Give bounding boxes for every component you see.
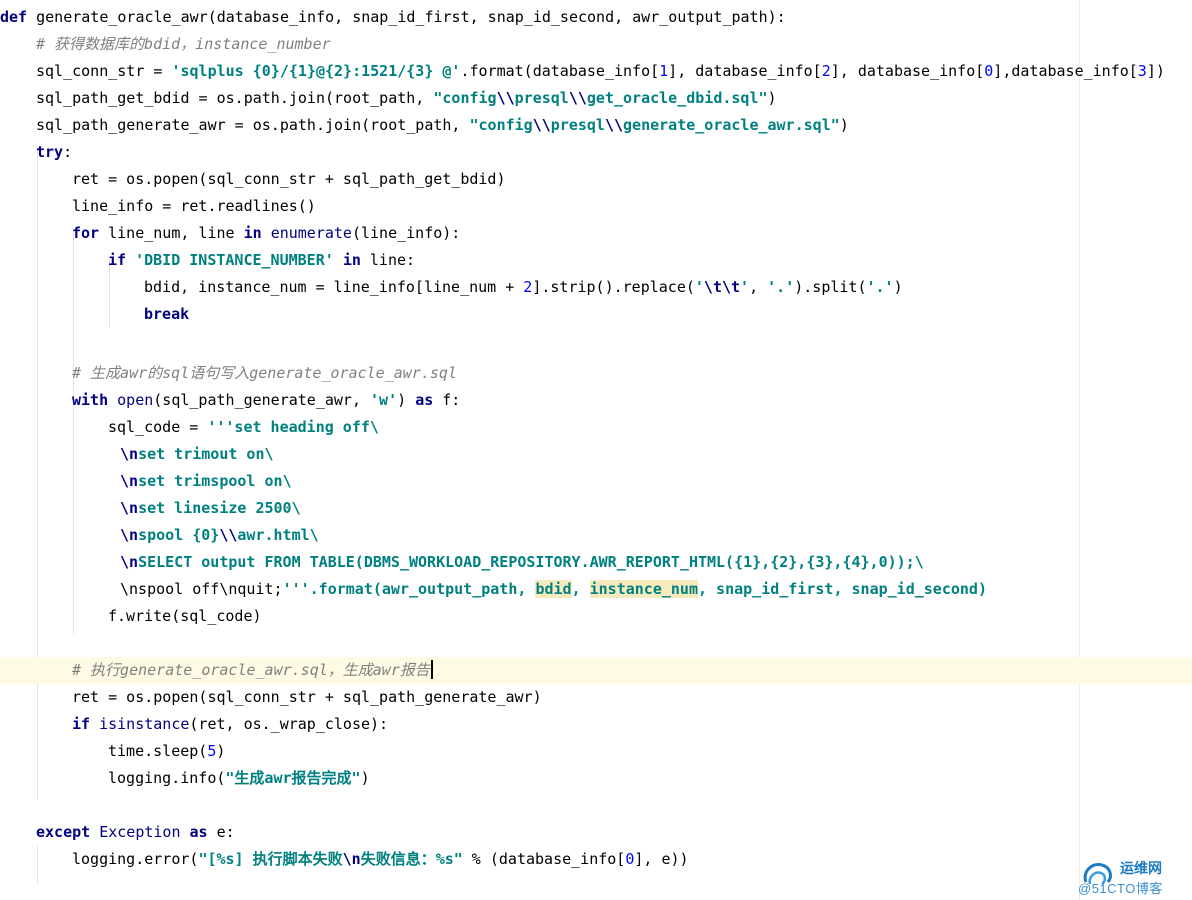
code-line[interactable]: \nspool {0}\\awr.html\ [0,522,1192,549]
code-line[interactable]: \nset trimspool on\ [0,468,1192,495]
code-line[interactable] [0,328,1180,355]
code-line[interactable]: # 执行generate_oracle_awr.sql，生成awr报告 [0,657,1192,684]
code-line[interactable]: sql_conn_str = 'sqlplus {0}/{1}@{2}:1521… [0,58,1192,85]
code-editor[interactable]: def generate_oracle_awr(database_info, s… [0,0,1192,900]
code-line[interactable]: for line_num, line in enumerate(line_inf… [0,220,1192,247]
code-line[interactable] [0,792,1180,819]
text-caret [430,660,433,679]
code-line[interactable]: with open(sql_path_generate_awr, 'w') as… [0,387,1192,414]
code-line[interactable]: # 获得数据库的bdid，instance_number [0,31,1192,58]
code-line[interactable]: logging.error("[%s] 执行脚本失败\n失败信息：%s" % (… [0,846,1192,873]
code-line[interactable]: sql_code = '''set heading off\ [0,414,1192,441]
watermark-site: @51CTO博客 [1078,881,1163,896]
code-line[interactable]: # 生成awr的sql语句写入generate_oracle_awr.sql [0,360,1192,387]
code-line[interactable] [0,630,1180,657]
code-line[interactable]: if isinstance(ret, os._wrap_close): [0,711,1192,738]
code-line[interactable]: \nset linesize 2500\ [0,495,1192,522]
code-line[interactable]: if 'DBID INSTANCE_NUMBER' in line: [0,247,1192,274]
code-line[interactable]: bdid, instance_num = line_info[line_num … [0,274,1192,301]
code-line[interactable]: \nSELECT output FROM TABLE(DBMS_WORKLOAD… [0,549,1192,576]
code-line[interactable]: f.write(sql_code) [0,603,1192,630]
code-line[interactable]: ret = os.popen(sql_conn_str + sql_path_g… [0,684,1192,711]
code-line[interactable]: \nspool off\nquit;'''.format(awr_output_… [0,576,1192,603]
code-line[interactable]: line_info = ret.readlines() [0,193,1192,220]
code-line[interactable]: try: [0,139,1192,166]
code-line[interactable]: time.sleep(5) [0,738,1192,765]
code-line[interactable]: logging.info("生成awr报告完成") [0,765,1192,792]
code-line[interactable]: \nset trimout on\ [0,441,1192,468]
code-line[interactable]: ret = os.popen(sql_conn_str + sql_path_g… [0,166,1192,193]
code-line[interactable]: def generate_oracle_awr(database_info, s… [0,4,1180,31]
code-line[interactable]: sql_path_generate_awr = os.path.join(roo… [0,112,1192,139]
code-line[interactable]: except Exception as e: [0,819,1192,846]
watermark-name: 运维网 [1120,860,1162,876]
code-line[interactable]: break [0,301,1192,328]
watermark: 运维网 @51CTO博客 [1078,856,1186,896]
code-line[interactable]: sql_path_get_bdid = os.path.join(root_pa… [0,85,1192,112]
